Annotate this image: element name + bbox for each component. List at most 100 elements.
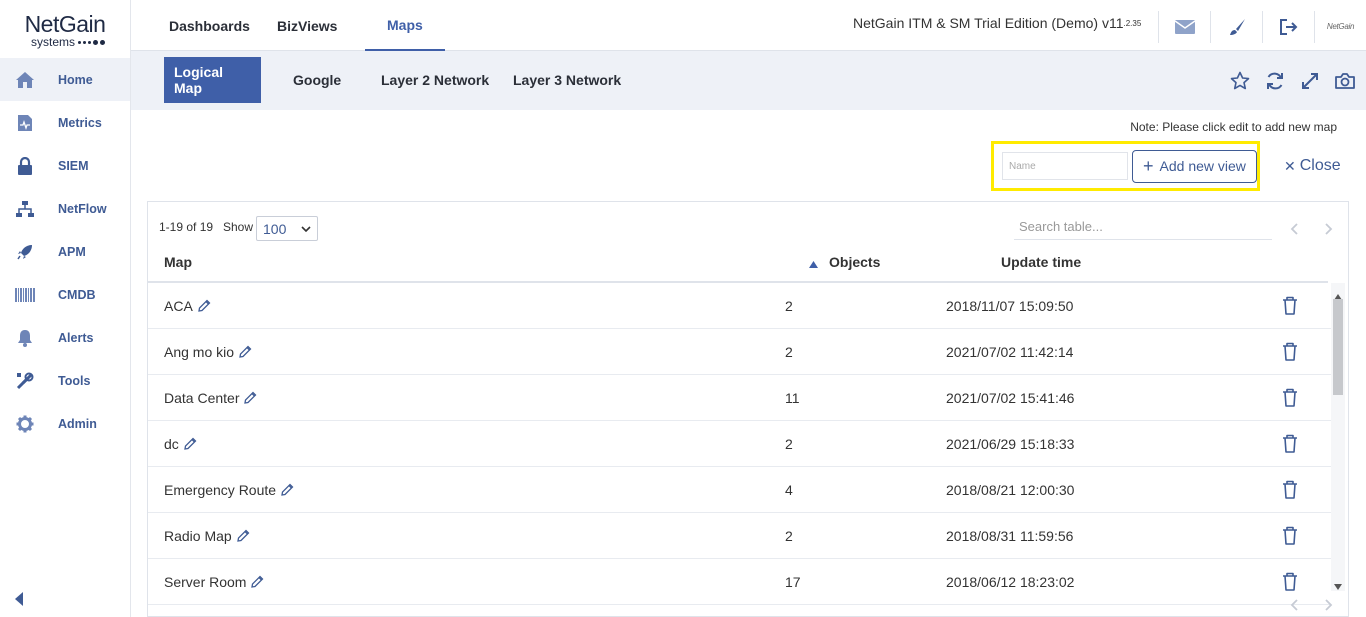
fullscreen-button[interactable]	[1297, 68, 1323, 94]
sidebar-item-netflow[interactable]: NetFlow	[0, 187, 130, 230]
tab-layer2-network[interactable]: Layer 2 Network	[371, 57, 499, 103]
prev-page-button[interactable]	[1287, 222, 1301, 236]
table-row[interactable]: Radio Map 2 2018/08/31 11:59:56	[148, 513, 1331, 559]
map-subnav: Logical Map Google Layer 2 Network Layer…	[131, 51, 1366, 110]
barcode-icon	[14, 284, 36, 306]
trash-icon	[1283, 296, 1297, 315]
edit-pencil-icon[interactable]	[280, 483, 294, 497]
update-time-cell: 2018/08/21 12:00:30	[946, 482, 1075, 498]
map-toolbar	[1227, 68, 1358, 94]
map-name-cell: ACA	[164, 298, 211, 314]
brush-icon	[1229, 19, 1245, 35]
column-header-map[interactable]: Map	[164, 254, 192, 270]
table-row[interactable]: Server Room 17 2018/06/12 18:23:02	[148, 559, 1331, 605]
table-scrollbar[interactable]	[1331, 283, 1345, 591]
lock-icon	[14, 155, 36, 177]
sidebar-item-label: APM	[58, 244, 86, 259]
scroll-down-icon[interactable]	[1334, 577, 1342, 590]
product-version: .2.35	[1123, 19, 1142, 28]
column-header-objects[interactable]: Objects	[829, 254, 880, 270]
sidebar-item-label: Tools	[58, 373, 91, 388]
sidebar-item-home[interactable]: Home	[0, 58, 130, 101]
tab-google[interactable]: Google	[283, 57, 351, 103]
table-row[interactable]: Ang mo kio 2 2021/07/02 11:42:14	[148, 329, 1331, 375]
sidebar-item-siem[interactable]: SIEM	[0, 144, 130, 187]
collapse-sidebar-icon[interactable]	[14, 591, 26, 607]
tab-layer3-network[interactable]: Layer 3 Network	[503, 57, 631, 103]
favorite-button[interactable]	[1227, 68, 1253, 94]
tab-bizviews[interactable]: BizViews	[277, 0, 337, 51]
sidebar-item-metrics[interactable]: Metrics	[0, 101, 130, 144]
theme-button[interactable]	[1210, 11, 1262, 43]
table-body: ACA 2 2018/11/07 15:09:50 Ang mo kio 2 2…	[148, 283, 1331, 605]
logo-dots-icon	[78, 39, 105, 45]
network-icon	[14, 198, 36, 220]
sidebar-item-cmdb[interactable]: CMDB	[0, 273, 130, 316]
update-time-cell: 2021/06/29 15:18:33	[946, 436, 1075, 452]
column-header-update-time[interactable]: Update time	[1001, 254, 1081, 270]
screenshot-button[interactable]	[1332, 68, 1358, 94]
page-size-select[interactable]: 100	[256, 216, 318, 241]
next-page-button-bottom[interactable]	[1322, 598, 1336, 612]
brand-mini-logo[interactable]: NetGain	[1314, 11, 1366, 43]
scroll-thumb[interactable]	[1333, 299, 1343, 395]
objects-cell: 17	[785, 574, 801, 590]
delete-button[interactable]	[1282, 296, 1300, 316]
edit-pencil-icon[interactable]	[236, 529, 250, 543]
delete-button[interactable]	[1282, 434, 1300, 454]
logo-subtext: systems	[31, 36, 105, 48]
table-row[interactable]: ACA 2 2018/11/07 15:09:50	[148, 283, 1331, 329]
objects-cell: 2	[785, 528, 793, 544]
logout-button[interactable]	[1262, 11, 1314, 43]
sidebar-item-admin[interactable]: Admin	[0, 402, 130, 445]
delete-button[interactable]	[1282, 526, 1300, 546]
sidebar-item-label: CMDB	[58, 287, 96, 302]
gear-icon	[14, 413, 36, 435]
prev-page-button-bottom[interactable]	[1287, 598, 1301, 612]
refresh-button[interactable]	[1262, 68, 1288, 94]
search-table-input[interactable]	[1014, 214, 1272, 240]
map-name-cell: Data Center	[164, 390, 257, 406]
sidebar-item-label: Home	[58, 72, 93, 87]
add-new-view-label: Add new view	[1159, 158, 1246, 174]
table-row[interactable]: Emergency Route 4 2018/08/21 12:00:30	[148, 467, 1331, 513]
table-row[interactable]: dc 2 2021/06/29 15:18:33	[148, 421, 1331, 467]
next-page-button[interactable]	[1322, 222, 1336, 236]
logo[interactable]: NetGain systems	[0, 0, 130, 58]
sidebar-item-alerts[interactable]: Alerts	[0, 316, 130, 359]
sidebar-item-apm[interactable]: APM	[0, 230, 130, 273]
delete-button[interactable]	[1282, 572, 1300, 592]
sidebar: NetGain systems Home Metrics SIEM NetFlo…	[0, 0, 131, 617]
map-name-cell: Emergency Route	[164, 482, 294, 498]
delete-button[interactable]	[1282, 342, 1300, 362]
page-size-value: 100	[263, 220, 287, 237]
close-button[interactable]: ✕ Close	[1284, 157, 1341, 175]
tools-icon	[14, 370, 36, 392]
delete-button[interactable]	[1282, 480, 1300, 500]
chevron-right-icon	[1325, 599, 1333, 611]
table-row[interactable]: Data Center 11 2021/07/02 15:41:46	[148, 375, 1331, 421]
logo-sub-label: systems	[30, 35, 75, 49]
tab-logical-map[interactable]: Logical Map	[164, 57, 261, 103]
tab-maps[interactable]: Maps	[365, 0, 445, 51]
row-count: 1-19 of 19	[159, 220, 214, 234]
edit-pencil-icon[interactable]	[183, 437, 197, 451]
delete-button[interactable]	[1282, 388, 1300, 408]
sidebar-nav: Home Metrics SIEM NetFlow APM CMDB Alert…	[0, 58, 130, 445]
edit-pencil-icon[interactable]	[250, 575, 264, 589]
scroll-up-icon[interactable]	[1334, 287, 1342, 300]
mail-button[interactable]	[1158, 11, 1210, 43]
edit-pencil-icon[interactable]	[238, 345, 252, 359]
map-name-cell: dc	[164, 436, 197, 452]
objects-cell: 2	[785, 436, 793, 452]
close-icon: ✕	[1284, 157, 1296, 174]
chevron-right-icon	[1325, 223, 1333, 235]
sort-ascending-icon[interactable]	[809, 255, 818, 273]
add-new-view-button[interactable]: + Add new view	[1132, 149, 1257, 183]
tab-dashboards[interactable]: Dashboards	[169, 0, 250, 51]
view-name-input[interactable]	[1002, 152, 1128, 180]
maps-table-panel: 1-19 of 19 Show 100 Map Objects Update t…	[147, 201, 1349, 617]
edit-pencil-icon[interactable]	[243, 391, 257, 405]
sidebar-item-tools[interactable]: Tools	[0, 359, 130, 402]
edit-pencil-icon[interactable]	[197, 299, 211, 313]
